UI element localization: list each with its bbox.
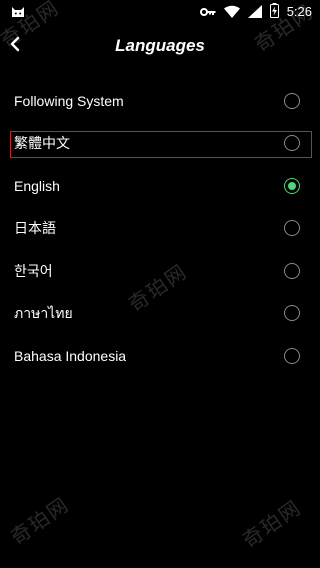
language-label: Bahasa Indonesia xyxy=(14,348,127,364)
language-label: Following System xyxy=(14,93,124,109)
radio-button-selected[interactable] xyxy=(284,178,300,194)
language-option-indonesian[interactable]: Bahasa Indonesia xyxy=(0,335,320,377)
language-label: ภาษาไทย xyxy=(14,305,73,321)
battery-charging-icon xyxy=(269,2,279,22)
app-cat-icon xyxy=(10,4,26,20)
language-label: 한국어 xyxy=(14,263,53,279)
radio-button[interactable] xyxy=(284,93,300,109)
language-option-thai[interactable]: ภาษาไทย xyxy=(0,292,320,334)
key-icon xyxy=(199,3,216,22)
watermark: 奇珀网 xyxy=(5,491,74,550)
language-label: English xyxy=(14,178,60,194)
status-bar: 5:26 xyxy=(0,0,320,24)
radio-button[interactable] xyxy=(284,305,300,321)
page-title: Languages xyxy=(115,36,205,55)
status-time: 5:26 xyxy=(286,4,312,19)
radio-button[interactable] xyxy=(284,220,300,236)
wifi-icon xyxy=(223,3,240,22)
radio-button[interactable] xyxy=(284,348,300,364)
language-option-following-system[interactable]: Following System xyxy=(0,80,320,122)
language-label: 日本語 xyxy=(14,220,56,236)
language-option-english[interactable]: English xyxy=(0,165,320,207)
header: Languages xyxy=(0,24,320,70)
radio-button[interactable] xyxy=(284,135,300,151)
language-label: 繁體中文 xyxy=(14,135,70,151)
radio-button[interactable] xyxy=(284,263,300,279)
signal-icon xyxy=(247,3,262,22)
watermark: 奇珀网 xyxy=(237,494,306,553)
language-option-japanese[interactable]: 日本語 xyxy=(0,207,320,249)
language-option-traditional-chinese[interactable]: 繁體中文 xyxy=(0,122,320,164)
language-option-korean[interactable]: 한국어 xyxy=(0,250,320,292)
